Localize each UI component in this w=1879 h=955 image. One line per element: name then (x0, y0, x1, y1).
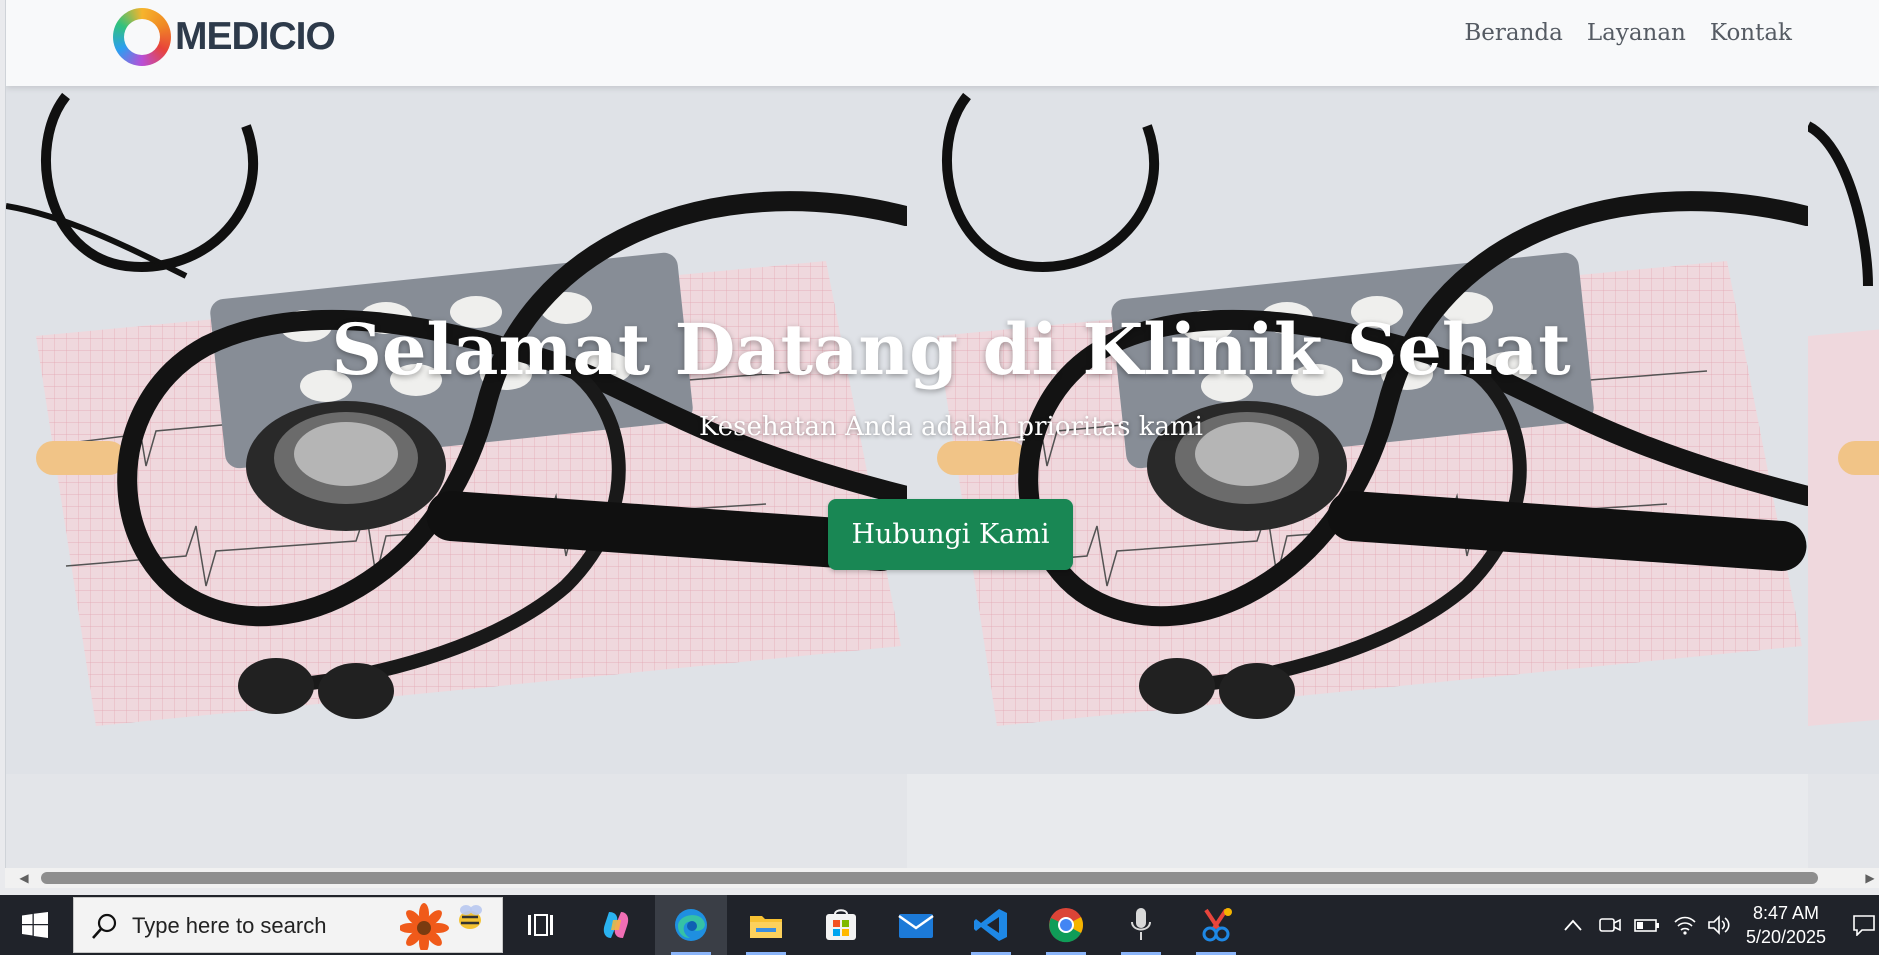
search-placeholder: Type here to search (132, 913, 327, 938)
nav-link-kontak[interactable]: Kontak (1710, 20, 1792, 46)
speaker-icon (1708, 915, 1730, 935)
chevron-up-icon (1564, 919, 1582, 931)
clock-time: 8:47 AM (1752, 903, 1820, 923)
vscode-icon (974, 909, 1007, 941)
microphone-icon (1131, 908, 1151, 940)
hero-title: Selamat Datang di Klinik Sehat (331, 308, 1571, 391)
edge-browser-icon (675, 909, 707, 941)
meet-now-button[interactable] (1594, 895, 1626, 955)
edge-button[interactable] (655, 895, 727, 955)
copilot-button[interactable] (580, 895, 652, 955)
task-view-button[interactable] (504, 895, 576, 955)
hero-subtitle: Kesehatan Anda adalah prioritas kami (698, 412, 1204, 442)
copilot-icon (603, 912, 629, 938)
task-view-icon (528, 914, 553, 936)
mail-button[interactable] (880, 895, 952, 955)
horizontal-scrollbar[interactable]: ◀ ▶ (5, 868, 1879, 888)
logo-ring-icon (113, 8, 171, 66)
microsoft-store-button[interactable] (805, 895, 877, 955)
taskbar: Type here to search 8:47 AM 5/20/2025 (0, 895, 1879, 955)
notification-icon (1852, 915, 1875, 936)
volume-button[interactable] (1702, 895, 1736, 955)
navbar: MEDICIO Beranda Layanan Kontak (6, 0, 1879, 86)
contact-us-button[interactable]: Hubungi Kami (828, 499, 1073, 570)
scrollbar-thumb[interactable] (41, 872, 1818, 884)
start-button[interactable] (0, 895, 70, 955)
snipping-tool-button[interactable] (1180, 895, 1252, 955)
brand-name: MEDICIO (175, 15, 336, 58)
chrome-icon (1049, 908, 1083, 943)
vscode-button[interactable] (955, 895, 1027, 955)
browser-viewport: MEDICIO Beranda Layanan Kontak Selamat D… (5, 0, 1879, 868)
below-hero-stripe (907, 774, 1808, 868)
show-hidden-icons-button[interactable] (1556, 895, 1590, 955)
search-icon (92, 913, 117, 939)
nav-links: Beranda Layanan Kontak (1464, 20, 1792, 46)
notifications-button[interactable] (1848, 895, 1879, 955)
file-explorer-button[interactable] (730, 895, 802, 955)
brand-logo[interactable]: MEDICIO (113, 8, 336, 66)
nav-link-layanan[interactable]: Layanan (1587, 20, 1686, 46)
folder-icon (750, 916, 782, 938)
voice-recorder-button[interactable] (1105, 895, 1177, 955)
search-highlight-flower-icon (400, 903, 482, 950)
wifi-icon (1674, 916, 1696, 935)
clock-date: 5/20/2025 (1745, 927, 1827, 947)
battery-button[interactable] (1630, 895, 1664, 955)
scroll-right-arrow-icon[interactable]: ▶ (1863, 871, 1877, 885)
battery-icon (1634, 919, 1659, 932)
snipping-tool-icon (1202, 908, 1232, 942)
scroll-left-arrow-icon[interactable]: ◀ (17, 871, 31, 885)
below-hero-area (6, 774, 1879, 868)
hero-section: Selamat Datang di Klinik Sehat Kesehatan… (6, 86, 1879, 774)
nav-link-beranda[interactable]: Beranda (1464, 20, 1562, 46)
camera-icon (1599, 918, 1621, 932)
network-button[interactable] (1668, 895, 1702, 955)
chrome-button[interactable] (1030, 895, 1102, 955)
mail-icon (898, 914, 934, 938)
windows-logo-icon (22, 912, 48, 938)
store-icon (826, 909, 856, 940)
taskbar-clock[interactable]: 8:47 AM 5/20/2025 (1736, 901, 1836, 949)
taskbar-search-box[interactable]: Type here to search (73, 897, 503, 953)
